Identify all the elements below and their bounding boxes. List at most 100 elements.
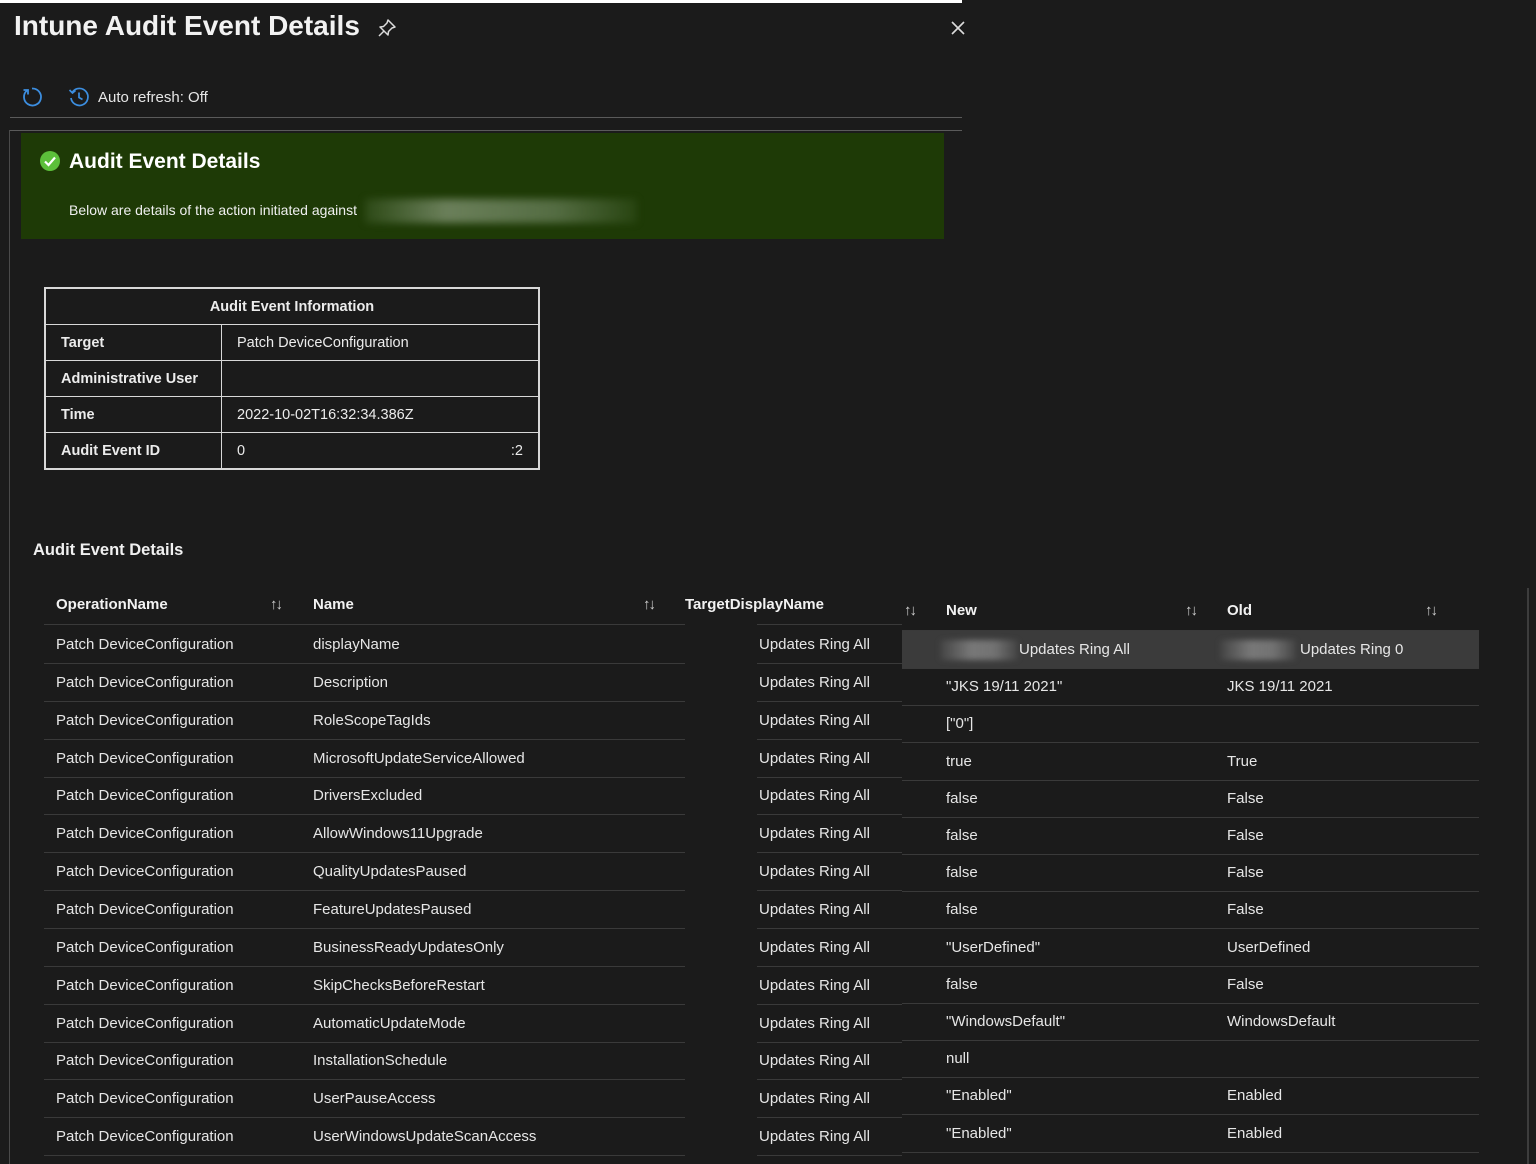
- row-divider: [902, 1003, 1479, 1004]
- row-divider: [44, 890, 685, 891]
- cell-name: FeatureUpdatesPaused: [313, 901, 472, 918]
- cell-new-value: ["0"]: [946, 715, 974, 732]
- cell-name: UserPauseAccess: [313, 1090, 436, 1107]
- row-divider: [902, 1152, 1479, 1153]
- cell-new-value: "JKS 19/11 2021": [946, 678, 1063, 695]
- sort-icon[interactable]: ↑↓: [1425, 602, 1438, 619]
- column-header-old[interactable]: Old: [1227, 602, 1252, 619]
- cell-name: AllowWindows11Upgrade: [313, 825, 483, 842]
- row-divider: [44, 663, 685, 664]
- banner-title: Audit Event Details: [69, 150, 261, 173]
- details-section-title: Audit Event Details: [33, 541, 184, 559]
- cell-old-value: False: [1227, 864, 1264, 881]
- cell-name: Description: [313, 674, 389, 691]
- cell-target: Updates Ring All: [759, 787, 870, 804]
- header-divider: [44, 624, 685, 625]
- cell-new-value: "Enabled": [946, 1125, 1012, 1142]
- redacted-prefix: [940, 640, 1018, 660]
- cell-new-value: false: [946, 864, 978, 881]
- column-header-operation[interactable]: OperationName: [56, 596, 168, 613]
- cell-new-value: false: [946, 790, 978, 807]
- refresh-icon[interactable]: [20, 85, 44, 109]
- info-table-heading: Audit Event Information: [44, 287, 540, 325]
- row-divider: [757, 739, 902, 740]
- cell-operation: Patch DeviceConfiguration: [56, 787, 234, 804]
- row-divider: [44, 852, 685, 853]
- close-icon[interactable]: [948, 18, 968, 38]
- sort-icon[interactable]: ↑↓: [270, 596, 283, 613]
- row-divider: [757, 1117, 902, 1118]
- header-divider: [757, 624, 902, 625]
- cell-target: Updates Ring All: [759, 939, 870, 956]
- cell-name: AutomaticUpdateMode: [313, 1015, 466, 1032]
- info-value: 2022-10-02T16:32:34.386Z: [221, 396, 540, 433]
- row-divider: [44, 814, 685, 815]
- row-divider: [44, 1155, 685, 1156]
- info-row-event-id: Audit Event ID 0 :2: [44, 432, 540, 470]
- cell-old-value: WindowsDefault: [1227, 1013, 1336, 1030]
- cell-operation: Patch DeviceConfiguration: [56, 939, 234, 956]
- row-divider: [757, 890, 902, 891]
- info-label: Audit Event ID: [44, 432, 222, 470]
- audit-banner: [21, 133, 944, 239]
- info-label: Administrative User: [44, 360, 222, 397]
- info-row-time: Time 2022-10-02T16:32:34.386Z: [44, 396, 540, 433]
- pin-icon[interactable]: [376, 17, 398, 39]
- row-divider: [757, 663, 902, 664]
- cell-name: displayName: [313, 636, 400, 653]
- row-divider: [44, 1042, 685, 1043]
- cell-new-value: false: [946, 901, 978, 918]
- row-divider: [902, 854, 1479, 855]
- cell-new-value: "Enabled": [946, 1087, 1012, 1104]
- cell-operation: Patch DeviceConfiguration: [56, 712, 234, 729]
- event-id-end: :2: [510, 442, 523, 459]
- row-divider: [902, 966, 1479, 967]
- sort-icon[interactable]: ↑↓: [1185, 602, 1198, 619]
- cell-target: Updates Ring All: [759, 750, 870, 767]
- row-divider: [757, 928, 902, 929]
- cell-operation: Patch DeviceConfiguration: [56, 636, 234, 653]
- banner-description: Below are details of the action initiate…: [69, 202, 357, 218]
- info-label: Target: [44, 324, 222, 361]
- row-divider: [902, 668, 1479, 669]
- cell-target: Updates Ring All: [759, 674, 870, 691]
- row-divider: [757, 966, 902, 967]
- content-divider: [10, 130, 962, 131]
- info-label: Time: [44, 396, 222, 433]
- cell-target: Updates Ring All: [759, 1128, 870, 1145]
- cell-target: Updates Ring All: [759, 712, 870, 729]
- column-header-target[interactable]: TargetDisplayName: [685, 596, 824, 613]
- cell-operation: Patch DeviceConfiguration: [56, 1052, 234, 1069]
- cell-old-value: False: [1227, 827, 1264, 844]
- column-header-name[interactable]: Name: [313, 596, 354, 613]
- sort-icon[interactable]: ↑↓: [904, 602, 917, 619]
- cell-old-value: JKS 19/11 2021: [1227, 678, 1333, 695]
- sort-icon[interactable]: ↑↓: [643, 596, 656, 613]
- cell-operation: Patch DeviceConfiguration: [56, 1015, 234, 1032]
- cell-name: DriversExcluded: [313, 787, 423, 804]
- cell-name: MicrosoftUpdateServiceAllowed: [313, 750, 525, 767]
- cell-operation: Patch DeviceConfiguration: [56, 1128, 234, 1145]
- page-title: Intune Audit Event Details: [14, 10, 360, 41]
- auto-refresh-toggle[interactable]: Auto refresh: Off: [98, 89, 208, 106]
- cell-new-value: true: [946, 753, 972, 770]
- cell-old-value: True: [1227, 753, 1258, 770]
- cell-operation: Patch DeviceConfiguration: [56, 901, 234, 918]
- scrollbar[interactable]: [1527, 588, 1529, 1164]
- row-divider: [902, 780, 1479, 781]
- column-header-new[interactable]: New: [946, 602, 977, 619]
- toolbar-divider: [10, 117, 962, 118]
- cell-old-value: False: [1227, 901, 1264, 918]
- cell-operation: Patch DeviceConfiguration: [56, 674, 234, 691]
- row-divider: [902, 817, 1479, 818]
- history-icon[interactable]: [67, 85, 91, 109]
- cell-new-value: false: [946, 827, 978, 844]
- row-divider: [757, 1042, 902, 1043]
- row-divider: [44, 1004, 685, 1005]
- cell-name: SkipChecksBeforeRestart: [313, 977, 485, 994]
- cell-target: Updates Ring All: [759, 1015, 870, 1032]
- cell-name: InstallationSchedule: [313, 1052, 448, 1069]
- info-value: [221, 360, 540, 397]
- row-divider: [44, 777, 685, 778]
- row-divider: [757, 814, 902, 815]
